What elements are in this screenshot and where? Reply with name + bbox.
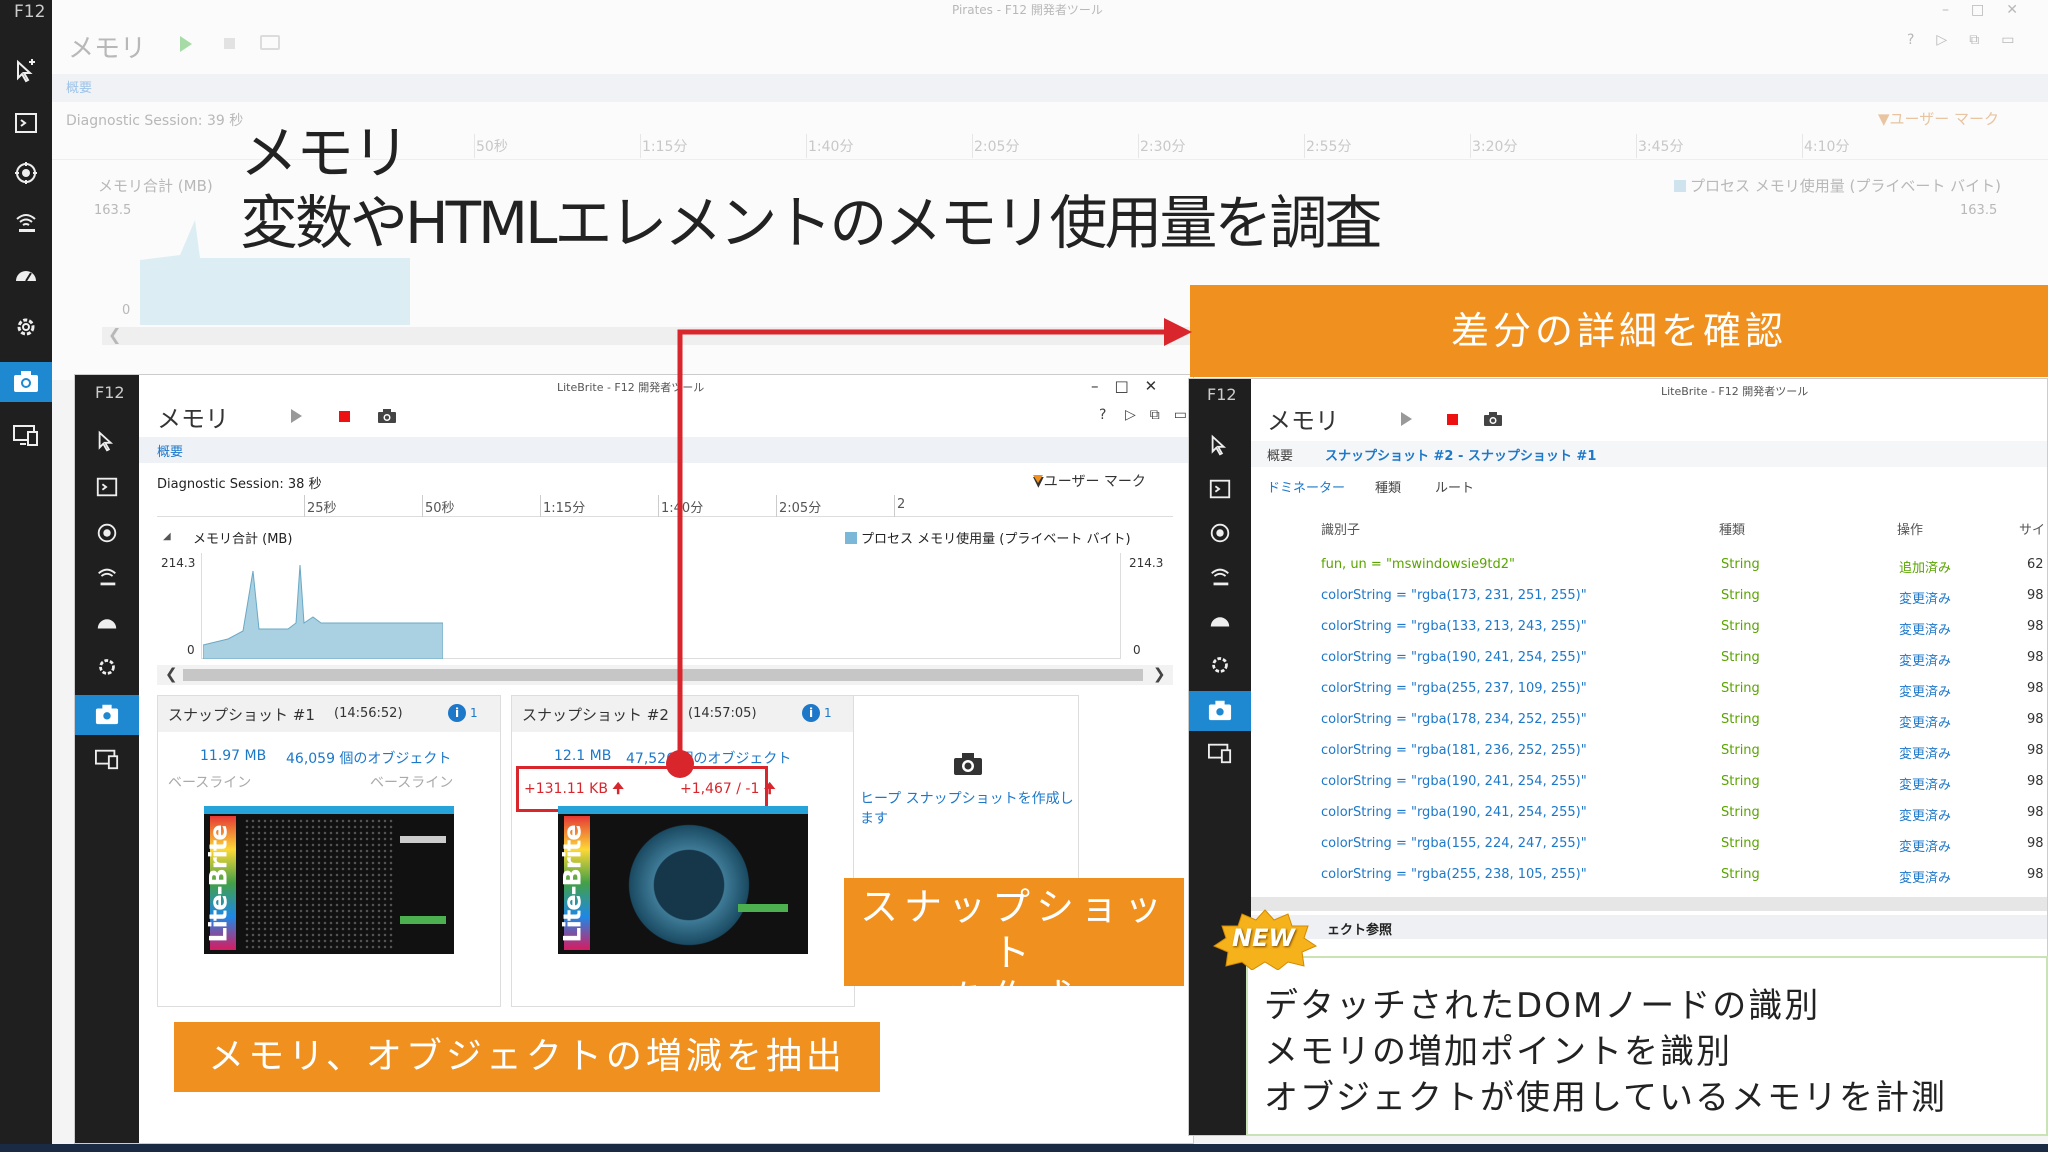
feature-item-3: オブジェクトが使用しているメモリを計測 [1264,1078,1947,1118]
features-panel: デタッチされたDOMノードの識別 メモリの増加ポイントを識別 オブジェクトが使用… [1246,956,2048,1136]
feature-item-2: メモリの増加ポイントを識別 [1264,1032,1732,1072]
bottom-strip [0,1144,2048,1152]
feature-item-1: デタッチされたDOMノードの識別 [1264,986,1821,1026]
new-badge: NEW [1212,908,1318,970]
new-badge-text: NEW [1232,924,1295,952]
